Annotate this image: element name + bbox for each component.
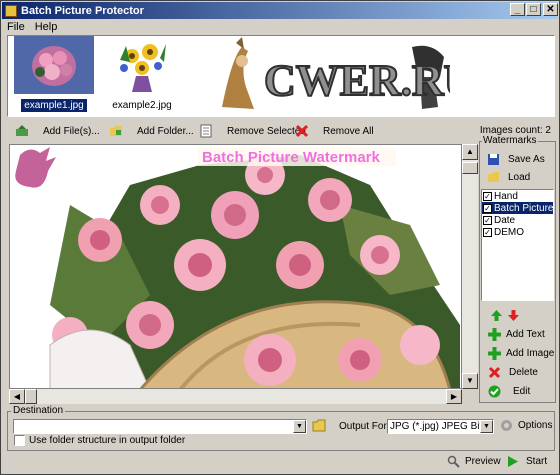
- thumbnail-image: [14, 36, 94, 94]
- start-label: Start: [526, 456, 548, 467]
- menu-help[interactable]: Help: [30, 21, 63, 33]
- thumbnail-image: [102, 36, 182, 94]
- delete-button[interactable]: Delete: [488, 366, 538, 379]
- remove-all-button[interactable]: Remove All: [291, 121, 378, 141]
- open-folder-icon: [488, 172, 499, 182]
- add-files-label: Add File(s)...: [43, 125, 100, 137]
- preview-label: Preview: [465, 456, 501, 467]
- list-item[interactable]: ✓Batch Picture W: [482, 202, 553, 214]
- delete-icon: [488, 366, 501, 379]
- start-button[interactable]: Start: [506, 455, 547, 468]
- checkbox[interactable]: ✓: [483, 191, 492, 201]
- load-button[interactable]: Load: [487, 171, 530, 184]
- edit-icon: [488, 385, 501, 398]
- save-as-label: Save As: [508, 154, 545, 165]
- scroll-down-button[interactable]: ▼: [462, 373, 478, 389]
- add-folder-button[interactable]: Add Folder...: [105, 121, 198, 141]
- add-folder-icon: [110, 126, 122, 136]
- toolbar: Add File(s)... Add Folder... Remove Sele…: [7, 120, 555, 142]
- remove-all-label: Remove All: [323, 125, 374, 137]
- close-button[interactable]: ✕: [543, 3, 558, 16]
- list-item[interactable]: ✓ DEMO: [482, 226, 553, 238]
- move-up-icon[interactable]: [490, 309, 503, 322]
- list-item[interactable]: ✓ Date: [482, 214, 553, 226]
- scroll-up-button[interactable]: ▲: [462, 144, 478, 160]
- save-icon: [488, 154, 499, 165]
- thumbnail-item[interactable]: example2.jpg: [100, 36, 184, 112]
- add-files-button[interactable]: Add File(s)...: [11, 121, 104, 141]
- menu-bar: File Help: [2, 19, 558, 35]
- list-item-label: Hand: [494, 190, 518, 202]
- preview-button[interactable]: Preview: [447, 455, 501, 468]
- output-format-value: JPG (*.jpg) JPEG Bitmap: [390, 421, 494, 432]
- edit-button[interactable]: Edit: [488, 385, 530, 398]
- add-text-label: Add Text: [506, 329, 545, 340]
- play-icon: [508, 456, 518, 467]
- checkbox[interactable]: ✓: [483, 203, 492, 213]
- remove-document-icon: [200, 124, 212, 138]
- add-text-button[interactable]: Add Text: [488, 328, 545, 341]
- image-preview[interactable]: Batch Picture Watermark: [9, 144, 462, 389]
- scroll-right-button[interactable]: ▶: [446, 389, 462, 404]
- maximize-button[interactable]: □: [526, 3, 541, 16]
- add-image-label: Add Image: [506, 348, 555, 359]
- list-item-label: DEMO: [494, 226, 524, 238]
- thumbnail-strip: example1.jpg example2.jpg CWER.RU: [7, 35, 555, 117]
- app-icon: [5, 4, 17, 17]
- save-as-button[interactable]: Save As: [487, 153, 545, 166]
- watermarks-list[interactable]: ✓Hand ✓Batch Picture W ✓Date ✓DEMO: [481, 189, 554, 301]
- minimize-button[interactable]: _: [510, 3, 525, 16]
- chevron-down-icon[interactable]: ▼: [480, 420, 493, 433]
- preview-vertical-scrollbar[interactable]: ▲ ▼: [462, 144, 478, 389]
- scroll-thumb[interactable]: [462, 162, 478, 174]
- menu-file[interactable]: File: [2, 21, 30, 33]
- plus-icon: [488, 328, 501, 341]
- thumbnail-caption: example1.jpg: [21, 99, 87, 112]
- add-image-button[interactable]: Add Image: [488, 347, 554, 360]
- add-folder-label: Add Folder...: [137, 125, 194, 137]
- use-folder-structure-label: Use folder structure in output folder: [29, 435, 186, 446]
- gear-icon: [501, 420, 512, 431]
- scroll-thumb[interactable]: [25, 389, 37, 404]
- list-item-label: Date: [494, 214, 516, 226]
- output-format-select[interactable]: JPG (*.jpg) JPEG Bitmap ▼: [387, 419, 494, 434]
- use-folder-structure-checkbox[interactable]: [14, 435, 25, 446]
- logo-image: CWER.RU: [212, 37, 450, 115]
- scroll-left-button[interactable]: ◀: [9, 389, 25, 404]
- watermark-text: Batch Picture Watermark: [202, 149, 380, 166]
- remove-all-icon: [295, 124, 309, 138]
- checkbox[interactable]: ✓: [483, 227, 492, 237]
- browse-folder-icon[interactable]: [312, 419, 326, 432]
- thumbnail-item[interactable]: example1.jpg: [12, 36, 96, 112]
- watermarks-legend: Watermarks: [482, 135, 538, 146]
- checkbox[interactable]: ✓: [483, 215, 492, 225]
- window-title: Batch Picture Protector: [21, 4, 144, 17]
- delete-label: Delete: [509, 367, 538, 378]
- options-label: Options: [518, 420, 553, 431]
- preview-image: Batch Picture Watermark: [10, 145, 461, 388]
- options-button[interactable]: Options: [500, 419, 552, 432]
- destination-legend: Destination: [11, 405, 66, 416]
- move-down-icon[interactable]: [507, 309, 520, 322]
- title-bar: Batch Picture Protector: [2, 2, 558, 19]
- list-item[interactable]: ✓ Hand: [482, 190, 553, 202]
- preview-horizontal-scrollbar[interactable]: ◀ ▶: [9, 389, 462, 404]
- load-label: Load: [508, 172, 531, 183]
- destination-path-combo[interactable]: ▼: [13, 419, 307, 434]
- edit-label: Edit: [513, 386, 531, 397]
- magnifier-icon: [447, 455, 460, 468]
- list-item-label: Batch Picture W: [494, 202, 553, 214]
- plus-icon: [488, 347, 501, 360]
- add-file-icon: [16, 125, 28, 136]
- logo-text: CWER.RU: [264, 56, 450, 105]
- thumbnail-caption: example2.jpg: [112, 100, 172, 111]
- chevron-down-icon[interactable]: ▼: [293, 420, 306, 433]
- app-window: Batch Picture Protector _ □ ✕ File Help …: [0, 0, 560, 475]
